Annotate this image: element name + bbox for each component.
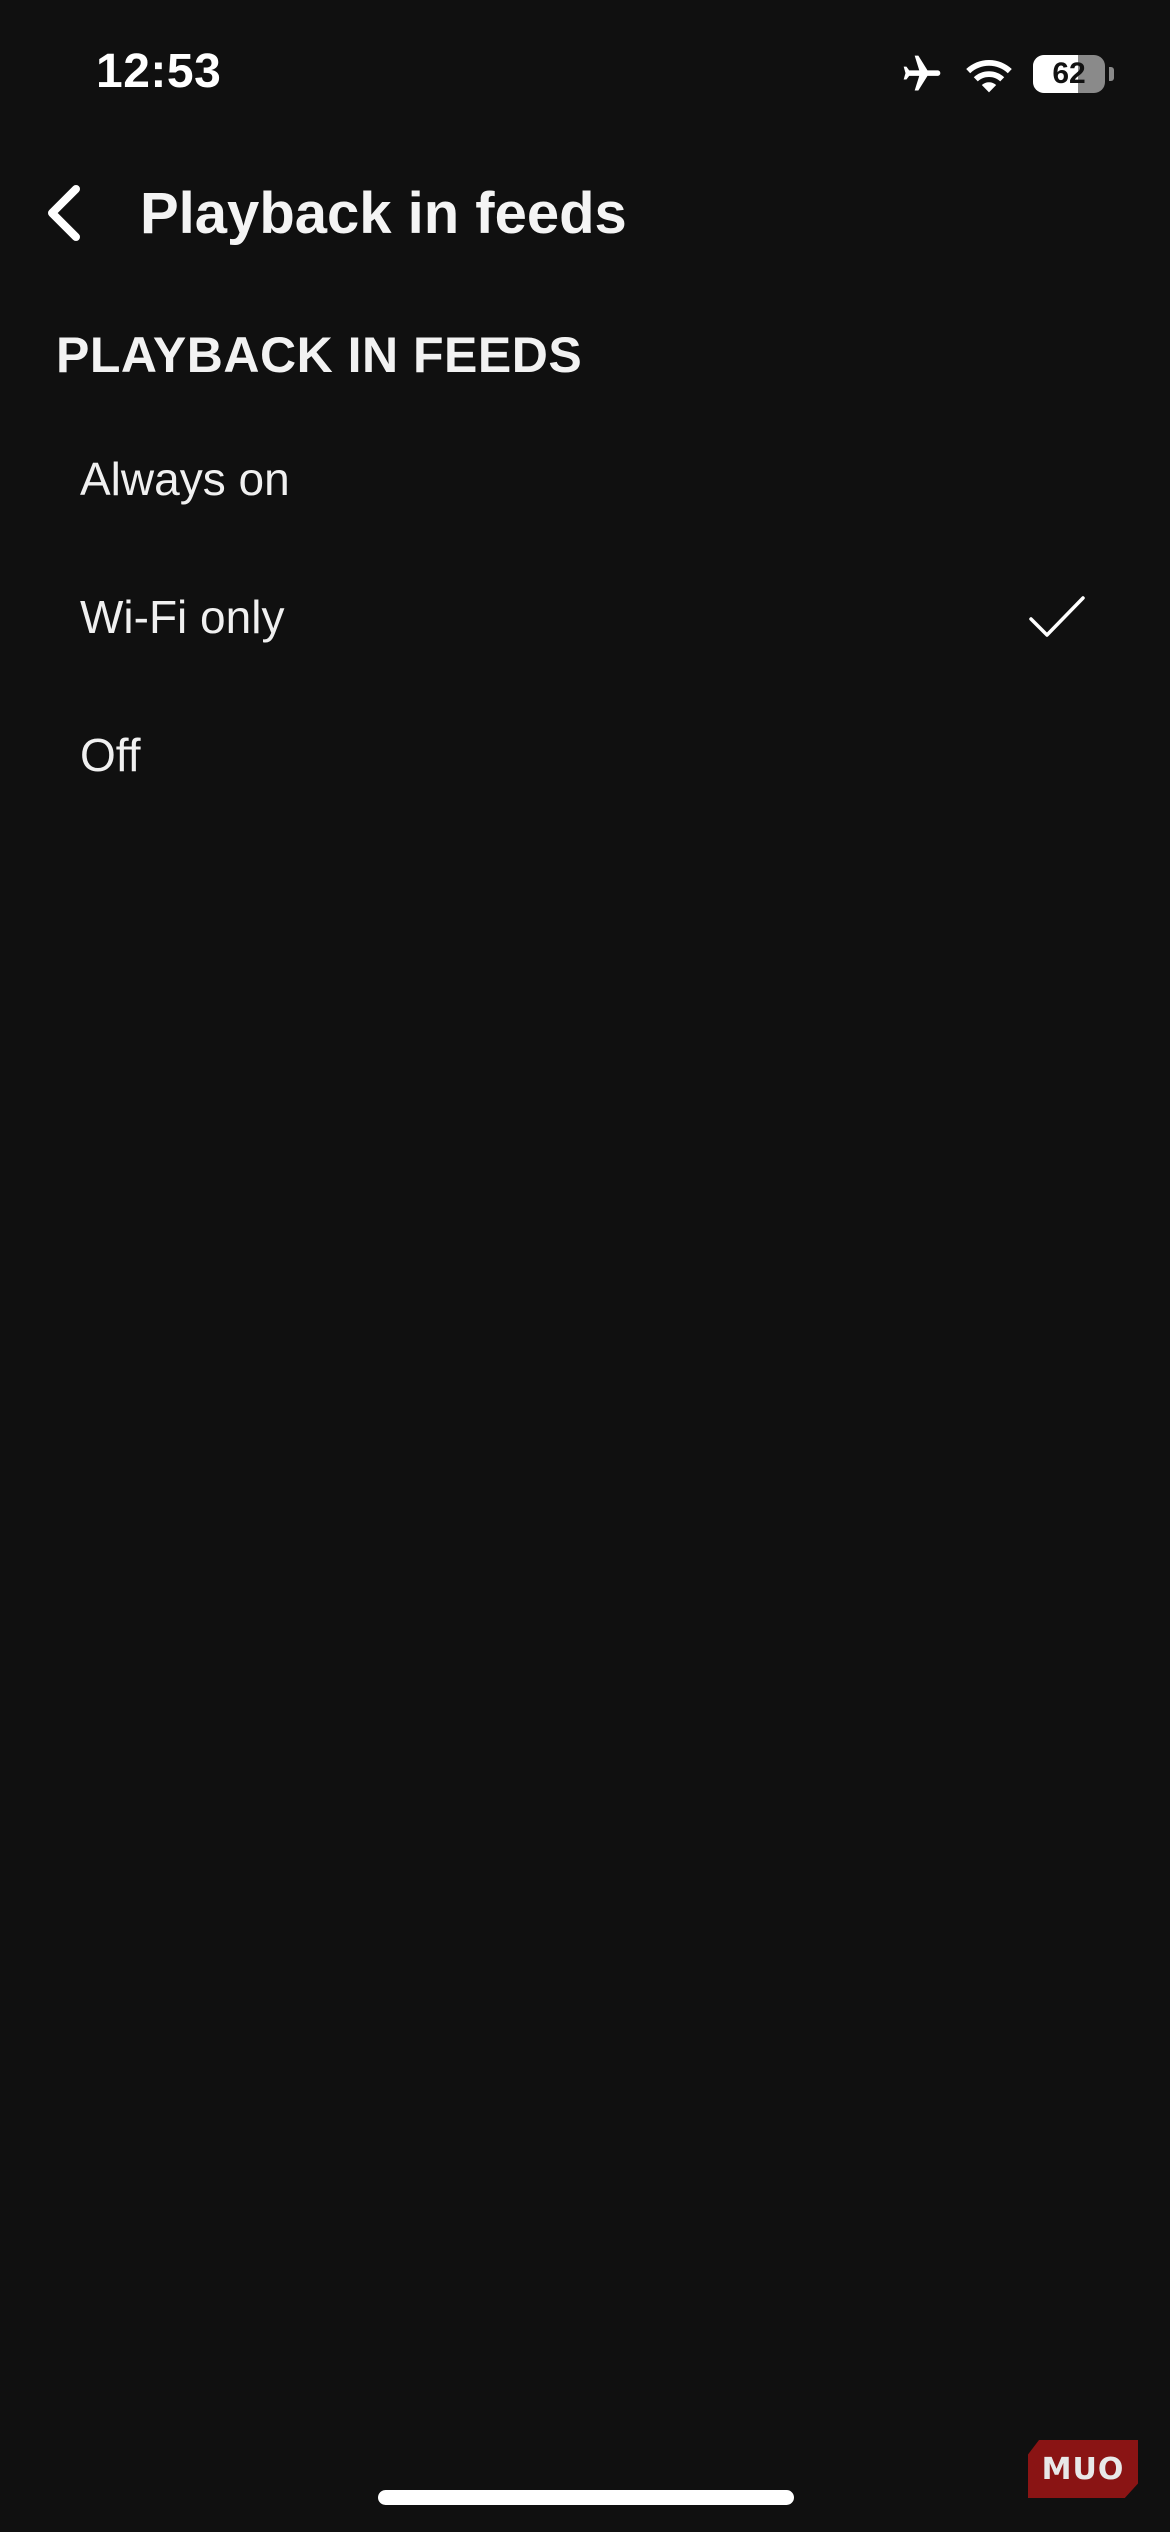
battery-icon: 62	[1033, 55, 1105, 93]
option-label: Wi-Fi only	[80, 591, 285, 643]
option-label: Always on	[80, 453, 290, 505]
wifi-icon	[965, 54, 1013, 94]
status-time: 12:53	[96, 45, 222, 98]
page-title: Playback in feeds	[140, 181, 627, 246]
section-header: PLAYBACK IN FEEDS	[56, 327, 583, 383]
option-always-on[interactable]: Always on	[0, 410, 1170, 548]
battery-level: 62	[1052, 57, 1086, 90]
checkmark-icon	[1028, 595, 1086, 639]
status-bar: 12:53 62	[0, 0, 1170, 150]
back-button[interactable]	[28, 178, 98, 248]
option-off[interactable]: Off	[0, 686, 1170, 824]
status-icons: 62	[899, 50, 1114, 98]
airplane-icon	[899, 52, 945, 96]
header: Playback in feeds	[0, 160, 1170, 260]
option-wifi-only[interactable]: Wi-Fi only	[0, 548, 1170, 686]
home-indicator[interactable]	[378, 2490, 794, 2505]
chevron-left-icon	[48, 185, 80, 241]
watermark-text: MUO	[1041, 2451, 1125, 2487]
option-label: Off	[80, 729, 141, 781]
battery-cap	[1109, 67, 1114, 81]
muo-watermark-logo: MUO	[1028, 2440, 1138, 2498]
playback-options-list: Always on Wi-Fi only Off	[0, 410, 1170, 824]
